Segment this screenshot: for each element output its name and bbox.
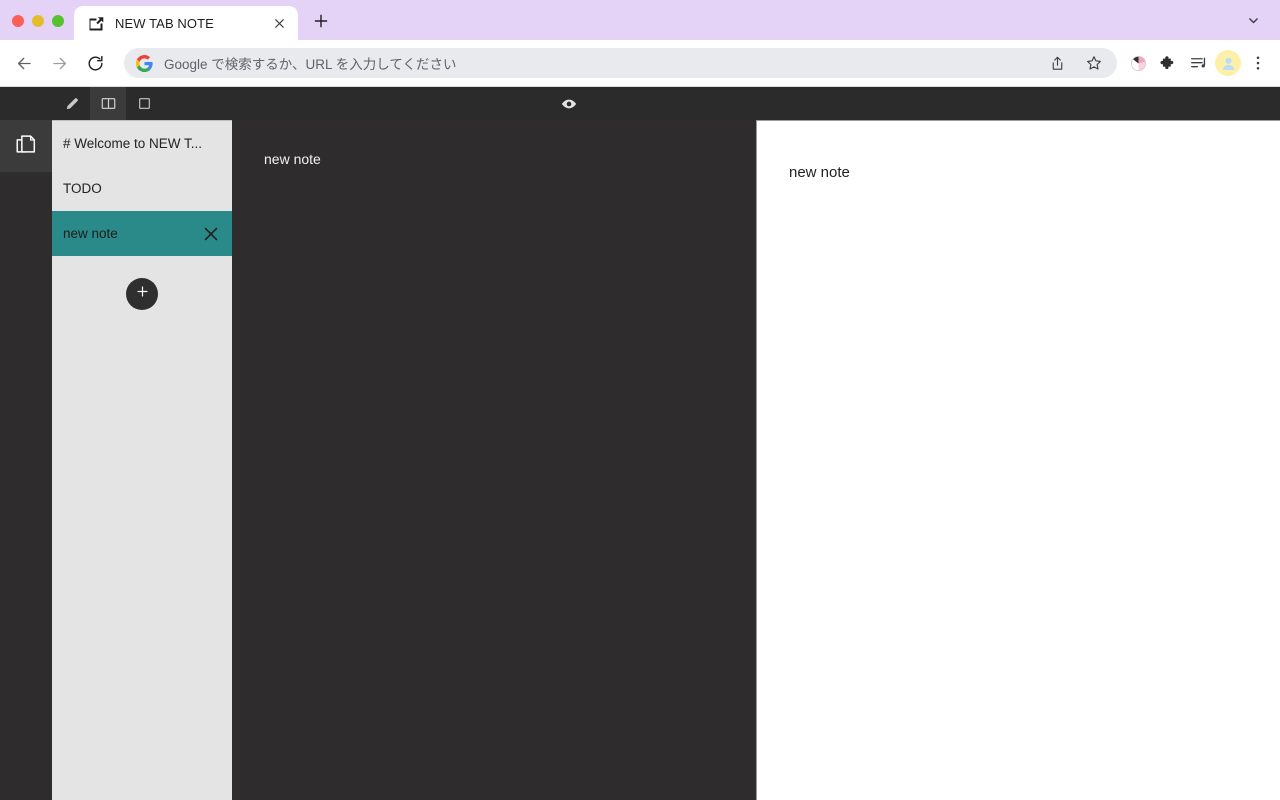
browser-tab[interactable]: NEW TAB NOTE [74, 6, 298, 40]
address-bar[interactable]: Google で検索するか、URL を入力してください [124, 48, 1117, 78]
browser-window: NEW TAB NOTE Google で検索するか、URL を入力してください… [0, 0, 1280, 800]
list-item[interactable]: # Welcome to NEW T... [52, 121, 232, 166]
close-icon[interactable] [200, 223, 222, 245]
sidebar-item-notes[interactable] [0, 120, 52, 172]
eye-icon[interactable] [560, 95, 578, 113]
arrow-right-icon[interactable] [44, 48, 74, 78]
google-g-icon [136, 54, 153, 72]
preview-mode-button[interactable] [126, 87, 162, 120]
window-close-button[interactable] [12, 15, 24, 27]
note-title: new note [63, 226, 118, 241]
avatar [1215, 50, 1241, 76]
star-icon[interactable] [1081, 50, 1107, 76]
note-editor-content[interactable]: new note [264, 148, 756, 170]
note-list-sidebar: # Welcome to NEW T... TODO new note [52, 120, 232, 800]
note-editor-pane[interactable]: new note [232, 120, 756, 800]
profile-avatar-icon[interactable] [1213, 48, 1243, 78]
tab-note-icon [88, 15, 105, 32]
documents-copy-icon [14, 132, 38, 161]
window-minimize-button[interactable] [32, 15, 44, 27]
three-dot-menu-icon[interactable] [1243, 48, 1273, 78]
color-circle-icon[interactable] [1123, 48, 1153, 78]
window-traffic-lights [0, 15, 74, 40]
note-preview-pane: new note [756, 120, 1280, 800]
note-app: # Welcome to NEW T... TODO new note new … [0, 87, 1280, 800]
chevron-down-icon[interactable] [1238, 5, 1268, 35]
arrow-left-icon[interactable] [9, 48, 39, 78]
split-mode-button[interactable] [90, 87, 126, 120]
new-tab-button[interactable] [306, 6, 336, 36]
share-icon[interactable] [1044, 50, 1070, 76]
edit-mode-button[interactable] [54, 87, 90, 120]
browser-toolbar: Google で検索するか、URL を入力してください [0, 40, 1280, 87]
note-title: # Welcome to NEW T... [63, 136, 203, 151]
note-title: TODO [63, 181, 102, 196]
list-item[interactable]: TODO [52, 166, 232, 211]
add-note-row [52, 256, 232, 331]
tab-close-icon[interactable] [270, 14, 288, 32]
address-bar-placeholder: Google で検索するか、URL を入力してください [164, 57, 457, 72]
app-left-rail [0, 120, 52, 800]
media-playlist-icon[interactable] [1183, 48, 1213, 78]
list-item[interactable]: new note [52, 211, 232, 256]
plus-icon [135, 284, 150, 304]
extensions-puzzle-icon[interactable] [1153, 48, 1183, 78]
app-toolbar [0, 87, 1280, 120]
window-zoom-button[interactable] [52, 15, 64, 27]
browser-tab-strip: NEW TAB NOTE [0, 0, 1280, 40]
tab-title: NEW TAB NOTE [115, 15, 214, 31]
add-note-button[interactable] [126, 277, 158, 310]
note-preview-content: new note [789, 164, 850, 181]
app-toolbar-center [0, 87, 1137, 120]
reload-icon[interactable] [80, 48, 110, 78]
